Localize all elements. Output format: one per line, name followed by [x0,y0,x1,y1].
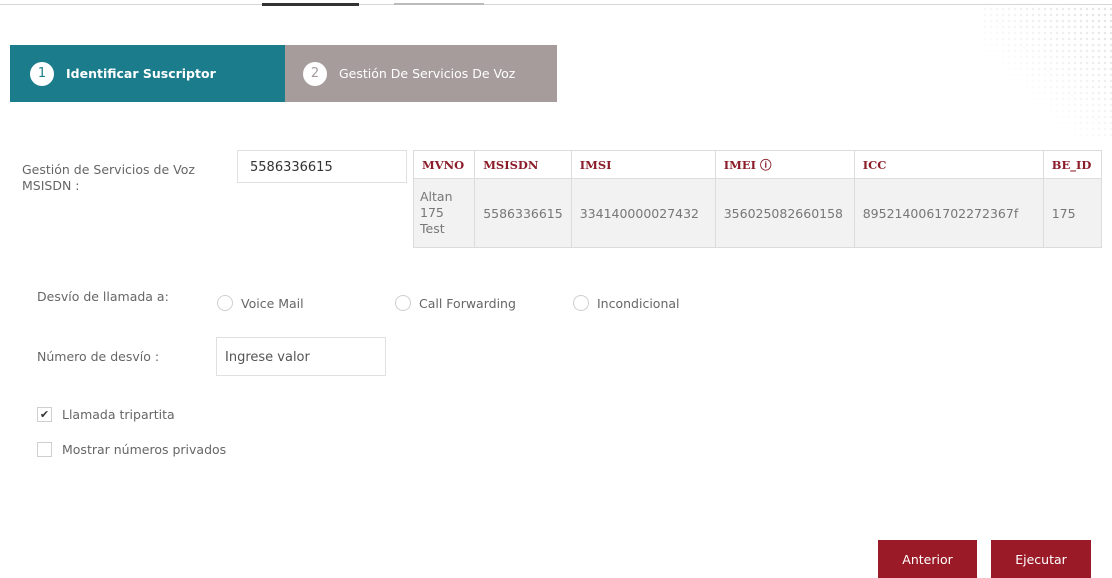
checkbox-empty[interactable] [37,442,52,457]
checkbox-mostrar-numeros-privados[interactable]: Mostrar números privados [37,442,226,457]
checkbox-llamada-tripartita[interactable]: ✔ Llamada tripartita [37,407,175,422]
cell-imei: 356025082660158 [714,178,855,248]
checkbox-label: Mostrar números privados [62,442,227,457]
header-icc: ICC [853,150,1044,179]
table-header-row: MVNO MSISDN IMSI IMEI ⓘ ICC BE_ID [412,150,1103,179]
cell-be-id: 175 [1042,178,1103,248]
cell-mvno-line2: 175 [420,205,444,220]
cell-msisdn: 5586336615 [474,178,572,248]
top-tab-indicator [262,3,359,6]
step-label: Identificar Suscriptor [66,66,216,81]
table-row: Altan 175 Test 5586336615 33414000002743… [412,178,1103,248]
header-be-id: BE_ID [1042,150,1103,179]
radio-voice-mail[interactable]: Voice Mail [217,295,304,311]
top-divider [0,4,1112,5]
header-imei: IMEI ⓘ [714,150,855,179]
anterior-button[interactable]: Anterior [878,540,977,578]
radio-label: Call Forwarding [419,295,516,311]
header-imsi: IMSI [570,150,716,179]
radio-circle[interactable] [395,295,411,311]
wizard-steps: 1 Identificar Suscriptor 2 Gestión De Se… [10,45,557,102]
cell-mvno-line1: Altan [420,189,453,204]
step-number-badge: 1 [30,61,54,86]
step-gestion-servicios-voz[interactable]: 2 Gestión De Servicios De Voz [285,45,557,102]
header-mvno: MVNO [412,150,476,179]
msisdn-label: Gestión de Servicios de Voz MSISDN : [22,162,195,194]
msisdn-label-line2: MSISDN : [22,178,80,193]
checkmark-icon[interactable]: ✔ [37,407,52,422]
cell-imsi: 334140000027432 [570,178,716,248]
radio-incondicional[interactable]: Incondicional [573,295,680,311]
numero-desvio-input[interactable]: Ingrese valor [216,337,386,376]
radio-label: Incondicional [597,295,680,311]
radio-circle[interactable] [217,295,233,311]
step-identificar-suscriptor[interactable]: 1 Identificar Suscriptor [10,45,285,102]
msisdn-label-line1: Gestión de Servicios de Voz [22,162,195,177]
cell-mvno-line3: Test [420,221,445,236]
ejecutar-button[interactable]: Ejecutar [991,540,1091,578]
numero-desvio-label: Número de desvío : [37,349,160,364]
header-msisdn: MSISDN [474,150,572,179]
step-number-badge: 2 [303,61,327,86]
subscriber-info-table: MVNO MSISDN IMSI IMEI ⓘ ICC BE_ID Altan … [412,150,1103,248]
checkbox-label: Llamada tripartita [62,407,175,422]
cell-icc: 8952140061702272367f [853,178,1044,248]
step-label: Gestión De Servicios De Voz [339,66,516,81]
msisdn-input[interactable]: 5586336615 [237,150,407,183]
cell-mvno: Altan 175 Test [412,178,476,248]
top-tab-indicator-faint [394,3,484,5]
desvio-label: Desvío de llamada a: [37,289,169,304]
radio-call-forwarding[interactable]: Call Forwarding [395,295,516,311]
radio-label: Voice Mail [241,295,304,311]
decorative-dot-pattern [982,6,1112,136]
radio-circle[interactable] [573,295,589,311]
